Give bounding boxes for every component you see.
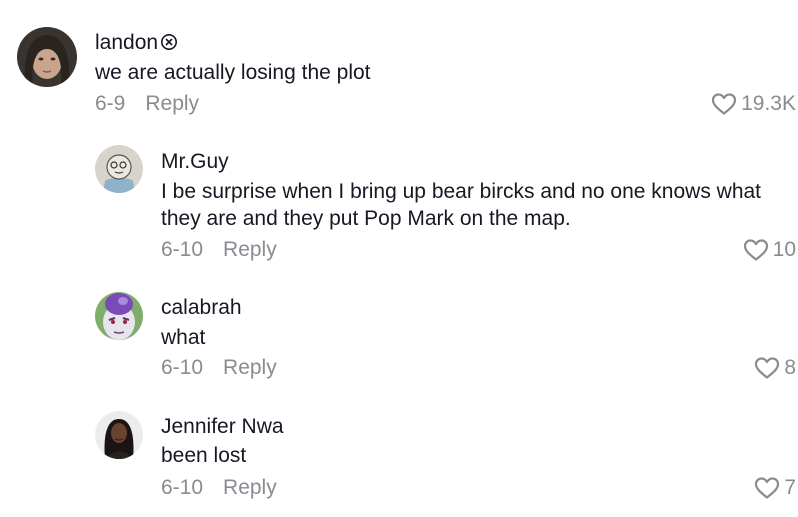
username[interactable]: Jennifer Nwa	[161, 415, 284, 439]
reply-button[interactable]: Reply	[223, 476, 277, 500]
like-button[interactable]: 7	[754, 476, 796, 500]
comment-thread: landon we are actually losing the plot 6…	[0, 0, 798, 517]
username[interactable]: landon	[95, 31, 178, 57]
heart-outline-icon	[711, 92, 741, 116]
comment-meta: 6-9 Reply	[95, 92, 199, 116]
like-button[interactable]: 10	[743, 238, 796, 262]
heart-outline-icon	[743, 238, 773, 262]
comment-text: what	[161, 326, 206, 349]
heart-outline-icon	[754, 476, 784, 500]
username-text: landon	[95, 31, 159, 54]
like-count: 10	[772, 238, 796, 261]
comment-meta: 6-10 Reply	[161, 476, 277, 500]
comment-meta: 6-10 Reply	[161, 238, 277, 262]
avatar[interactable]	[17, 27, 77, 87]
reply-button[interactable]: Reply	[223, 238, 277, 262]
like-count: 7	[784, 476, 796, 499]
comment-date: 6-10	[161, 238, 204, 261]
reply-button[interactable]: Reply	[145, 92, 199, 116]
like-count: 19.3K	[741, 92, 796, 115]
avatar[interactable]	[95, 145, 143, 193]
comment-text: I be surprise when I bring up bear birck…	[161, 180, 762, 230]
like-count: 8	[784, 356, 796, 379]
avatar[interactable]	[95, 292, 143, 340]
heart-outline-icon	[754, 356, 784, 380]
comment-jennifer-nwa: Jennifer Nwa been lost 6-10 Reply 7	[0, 400, 798, 517]
avatar[interactable]	[95, 411, 143, 459]
comment-text: we are actually losing the plot	[95, 61, 371, 84]
username[interactable]: calabrah	[161, 296, 242, 320]
comment-landon: landon we are actually losing the plot 6…	[0, 0, 798, 130]
comment-meta: 6-10 Reply	[161, 356, 277, 380]
circled-x-icon	[160, 33, 178, 57]
like-button[interactable]: 19.3K	[711, 92, 796, 116]
reply-button[interactable]: Reply	[223, 356, 277, 380]
comment-calabrah: calabrah what 6-10 Reply 8	[0, 280, 798, 400]
username[interactable]: Mr.Guy	[161, 150, 229, 174]
comment-text: been lost	[161, 444, 247, 467]
comment-date: 6-10	[161, 476, 204, 499]
comment-date: 6-9	[95, 92, 126, 115]
like-button[interactable]: 8	[754, 356, 796, 380]
comment-mr-guy: Mr.Guy I be surprise when I bring up bea…	[0, 130, 798, 280]
comment-date: 6-10	[161, 356, 204, 379]
